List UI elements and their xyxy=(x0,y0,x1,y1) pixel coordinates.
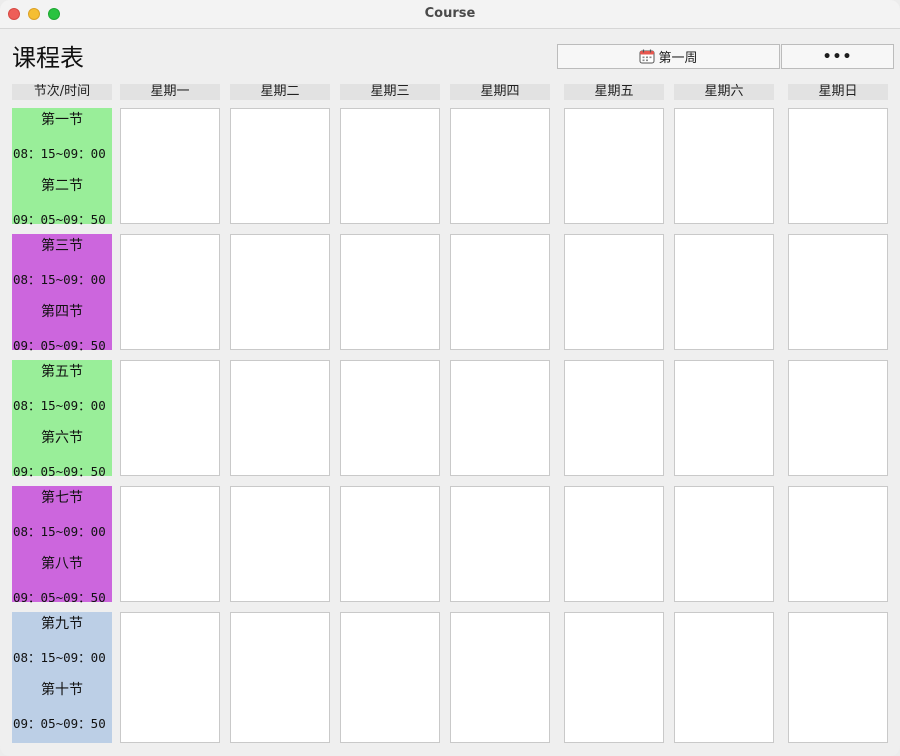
course-slot[interactable] xyxy=(788,360,888,476)
course-slot[interactable] xyxy=(340,108,440,224)
period-label: 第五节 xyxy=(41,364,83,380)
course-slot[interactable] xyxy=(450,486,550,602)
period-cell: 第一节 08：15~09：00 第二节 09：05~09：50 xyxy=(12,108,112,227)
course-slot[interactable] xyxy=(340,612,440,743)
week-select-button[interactable]: 第一周 xyxy=(557,44,780,69)
course-slot[interactable] xyxy=(564,360,664,476)
period-time: 09：05~09：50 xyxy=(13,590,106,605)
day-header: 星期二 xyxy=(230,84,330,100)
course-slot[interactable] xyxy=(450,360,550,476)
course-slot[interactable] xyxy=(788,234,888,350)
period-label: 第三节 xyxy=(41,238,83,254)
day-header: 星期日 xyxy=(788,84,888,100)
more-options-button[interactable]: ••• xyxy=(781,44,894,69)
period-time: 09：05~09：50 xyxy=(13,338,106,353)
period-label: 第六节 xyxy=(41,430,83,446)
period-time: 08：15~09：00 xyxy=(13,524,106,539)
course-slot[interactable] xyxy=(340,486,440,602)
period-time: 09：05~09：50 xyxy=(13,716,106,731)
course-slot[interactable] xyxy=(674,360,774,476)
period-cell: 第九节 08：15~09：00 第十节 09：05~09：50 xyxy=(12,612,112,743)
course-slot[interactable] xyxy=(230,234,330,350)
course-slot[interactable] xyxy=(120,486,220,602)
course-slot[interactable] xyxy=(120,612,220,743)
course-slot[interactable] xyxy=(230,486,330,602)
period-label: 第一节 xyxy=(41,112,83,128)
app-window: Course 课程表 第一周 ••• 节次/时间 星期一 星期二 星期三 星期四 星期五星… xyxy=(0,0,900,756)
period-time: 08：15~09：00 xyxy=(13,272,106,287)
course-slot[interactable] xyxy=(674,612,774,743)
course-slot[interactable] xyxy=(340,234,440,350)
window-title: Course xyxy=(424,6,476,21)
title-bar: Course xyxy=(0,0,900,29)
course-slot[interactable] xyxy=(340,360,440,476)
course-slot[interactable] xyxy=(788,612,888,743)
course-slot[interactable] xyxy=(120,234,220,350)
course-slot[interactable] xyxy=(450,612,550,743)
period-time: 09：05~09：50 xyxy=(13,212,106,227)
period-label: 第四节 xyxy=(41,304,83,320)
day-header: 星期六 xyxy=(674,84,774,100)
course-slot[interactable] xyxy=(230,360,330,476)
course-slot[interactable] xyxy=(674,108,774,224)
day-header: 星期三 xyxy=(340,84,440,100)
course-slot[interactable] xyxy=(120,108,220,224)
course-slot[interactable] xyxy=(230,612,330,743)
course-slot[interactable] xyxy=(674,486,774,602)
period-label: 第八节 xyxy=(41,556,83,572)
period-time: 09：05~09：50 xyxy=(13,464,106,479)
course-slot[interactable] xyxy=(120,360,220,476)
period-time: 08：15~09：00 xyxy=(13,398,106,413)
period-cell: 第五节 08：15~09：00 第六节 09：05~09：50 xyxy=(12,360,112,479)
page-title: 课程表 xyxy=(12,44,84,72)
period-label: 第二节 xyxy=(41,178,83,194)
calendar-icon xyxy=(639,49,655,64)
course-slot[interactable] xyxy=(564,108,664,224)
period-label: 第七节 xyxy=(41,490,83,506)
course-slot[interactable] xyxy=(564,486,664,602)
header-period-time: 节次/时间 xyxy=(12,84,112,100)
course-slot[interactable] xyxy=(674,234,774,350)
course-slot[interactable] xyxy=(564,234,664,350)
course-slot[interactable] xyxy=(450,234,550,350)
course-slot[interactable] xyxy=(450,108,550,224)
course-slot[interactable] xyxy=(788,108,888,224)
course-slot[interactable] xyxy=(564,612,664,743)
course-slot[interactable] xyxy=(230,108,330,224)
period-label: 第九节 xyxy=(41,616,83,632)
period-cell: 第七节 08：15~09：00 第八节 09：05~09：50 xyxy=(12,486,112,605)
period-time: 08：15~09：00 xyxy=(13,650,106,665)
day-header: 星期一 xyxy=(120,84,220,100)
day-header: 星期四 xyxy=(450,84,550,100)
week-label: 第一周 xyxy=(658,51,698,66)
period-time: 08：15~09：00 xyxy=(13,146,106,161)
period-label: 第十节 xyxy=(41,682,83,698)
period-cell: 第三节 08：15~09：00 第四节 09：05~09：50 xyxy=(12,234,112,353)
day-header: 星期五 xyxy=(564,84,664,100)
course-slot[interactable] xyxy=(788,486,888,602)
